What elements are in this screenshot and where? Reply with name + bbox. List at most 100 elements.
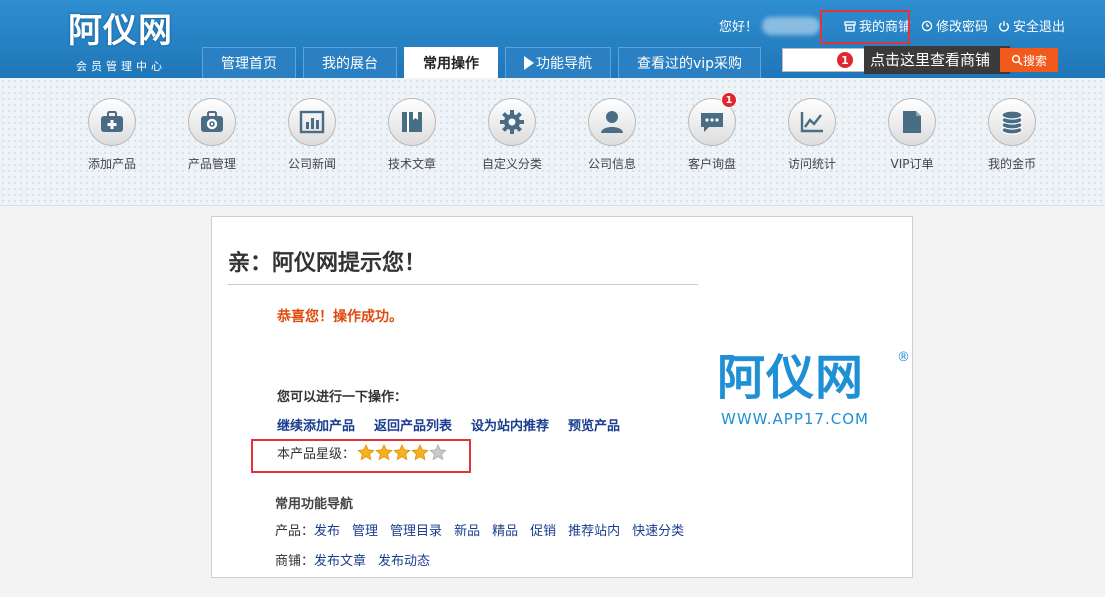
shop-publish-news-link[interactable]: 发布动态 (378, 550, 430, 569)
inquiry-badge: 1 (721, 92, 737, 108)
stats-icon (800, 112, 823, 133)
document-icon (903, 111, 921, 133)
continue-add-product-link[interactable]: 继续添加产品 (277, 415, 355, 434)
tab-my-booth[interactable]: 我的展台 (303, 47, 397, 78)
news-circle (288, 98, 336, 146)
header: 阿仪网 会员管理中心 管理首页 我的展台 常用操作 功能导航 查看过的vip采购… (0, 0, 1105, 78)
back-to-product-list-link[interactable]: 返回产品列表 (374, 415, 452, 434)
tool-visit-stats[interactable]: 访问统计 (777, 98, 847, 172)
tool-product-management[interactable]: 产品管理 (177, 98, 247, 172)
preview-product-link[interactable]: 预览产品 (568, 415, 620, 434)
tool-label: VIP订单 (890, 157, 934, 171)
tool-tech-articles[interactable]: 技术文章 (377, 98, 447, 172)
logo-text: 阿仪网 (68, 11, 173, 51)
document-circle (888, 98, 936, 146)
product-recommend-link[interactable]: 推荐站内 (568, 520, 620, 539)
product-featured-link[interactable]: 精品 (492, 520, 518, 539)
tool-label: 客户询盘 (687, 157, 736, 171)
product-manage-icon (201, 111, 223, 132)
star-filled-icon (375, 444, 393, 461)
tool-company-info[interactable]: 公司信息 (577, 98, 647, 172)
shop-nav-row: 商铺： 发布文章 发布动态 (275, 550, 442, 569)
tool-vip-orders[interactable]: VIP订单 (877, 98, 947, 172)
shop-nav-label: 商铺： (275, 554, 315, 569)
tool-customer-inquiry[interactable]: 1 客户询盘 (677, 92, 747, 172)
watermark-brand: 阿仪网 (717, 350, 865, 406)
success-message: 恭喜您！操作成功。 (277, 309, 403, 325)
watermark-registered: ® (897, 350, 910, 365)
card-title: 亲：阿仪网提示您！ (228, 251, 427, 276)
ops-title: 您可以进行一下操作： (277, 390, 408, 405)
logo[interactable]: 阿仪网 会员管理中心 (68, 12, 178, 74)
tab-viewed-vip-purchases[interactable]: 查看过的vip采购 (618, 47, 762, 78)
coins-circle (988, 98, 1036, 146)
tool-add-product[interactable]: 添加产品 (77, 98, 147, 172)
tool-company-news[interactable]: 公司新闻 (277, 98, 347, 172)
tool-label: 产品管理 (187, 157, 236, 171)
username-blurred (761, 16, 820, 35)
tab-common-operations[interactable]: 常用操作 (404, 47, 498, 78)
star-filled-icon (411, 444, 429, 461)
product-catalog-link[interactable]: 管理目录 (390, 520, 442, 539)
tool-label: 公司新闻 (287, 157, 336, 171)
shop-tooltip: 点击这里查看商铺 (864, 46, 1010, 74)
gear-circle (488, 98, 536, 146)
chat-icon (701, 113, 723, 132)
title-divider (228, 284, 698, 285)
brand-watermark: 阿仪网 ® WWW.APP17.COM (717, 350, 912, 450)
search-icon (1011, 54, 1023, 66)
product-manage-link[interactable]: 管理 (352, 520, 378, 539)
tool-my-coins[interactable]: 我的金币 (977, 98, 1047, 172)
tab-management-home[interactable]: 管理首页 (202, 47, 296, 78)
tool-label: 公司信息 (587, 157, 636, 171)
product-quick-category-link[interactable]: 快速分类 (632, 520, 684, 539)
watermark-url: WWW.APP17.COM (721, 410, 869, 428)
add-product-icon (101, 111, 123, 132)
tool-custom-category[interactable]: 自定义分类 (477, 98, 547, 172)
product-publish-link[interactable]: 发布 (314, 520, 340, 539)
product-promo-link[interactable]: 促销 (530, 520, 556, 539)
set-site-recommend-link[interactable]: 设为站内推荐 (471, 415, 549, 434)
tab-function-nav[interactable]: 功能导航 (505, 47, 611, 78)
news-icon (299, 110, 325, 134)
star-filled-icon (357, 444, 375, 461)
coins-icon (1001, 110, 1023, 135)
search-button-label: 搜索 (1022, 53, 1047, 68)
power-icon (999, 20, 1009, 32)
tool-label: 添加产品 (87, 157, 136, 171)
quick-toolbar: 添加产品 产品管理 公司新闻 技术文章 自定义分类 公司信息 1 客户询盘 访问… (0, 78, 1105, 206)
product-new-link[interactable]: 新品 (454, 520, 480, 539)
user-circle (588, 98, 636, 146)
main-nav: 管理首页 我的展台 常用操作 功能导航 查看过的vip采购 (202, 47, 768, 78)
user-icon (601, 111, 623, 133)
result-card: 亲：阿仪网提示您！ 恭喜您！操作成功。 阿仪网 ® WWW.APP17.COM … (211, 216, 913, 578)
change-password-label: 修改密码 (935, 20, 988, 35)
product-nav-label: 产品： (275, 524, 315, 539)
article-circle (388, 98, 436, 146)
tool-label: 访问统计 (787, 157, 836, 171)
logout-link[interactable]: 安全退出 (998, 16, 1065, 35)
star-empty-icon (429, 444, 447, 461)
greeting: 您好！ (718, 20, 758, 35)
stats-circle (788, 98, 836, 146)
tab-function-nav-label: 功能导航 (536, 56, 592, 72)
logout-label: 安全退出 (1012, 20, 1065, 35)
common-nav-title: 常用功能导航 (275, 497, 354, 512)
step-badge: 1 (836, 51, 854, 69)
rating-stars (357, 444, 447, 461)
article-icon (402, 112, 422, 132)
logo-subtitle: 会员管理中心 (76, 60, 166, 73)
shop-publish-article-link[interactable]: 发布文章 (314, 550, 366, 569)
product-rating: 本产品星级： (277, 443, 447, 462)
ops-links: 继续添加产品 返回产品列表 设为站内推荐 预览产品 (277, 415, 639, 434)
rating-label: 本产品星级： (277, 447, 356, 462)
product-manage-circle (188, 98, 236, 146)
clock-icon (921, 20, 933, 31)
chat-circle: 1 (688, 92, 737, 146)
product-nav-row: 产品： 发布 管理 管理目录 新品 精品 促销 推荐站内 快速分类 (275, 520, 696, 539)
play-triangle-icon (524, 56, 534, 70)
change-password-link[interactable]: 修改密码 (921, 16, 988, 35)
shop-highlight-box (820, 10, 910, 44)
search-button[interactable]: 搜索 (1000, 48, 1058, 72)
tool-label: 我的金币 (987, 157, 1036, 171)
